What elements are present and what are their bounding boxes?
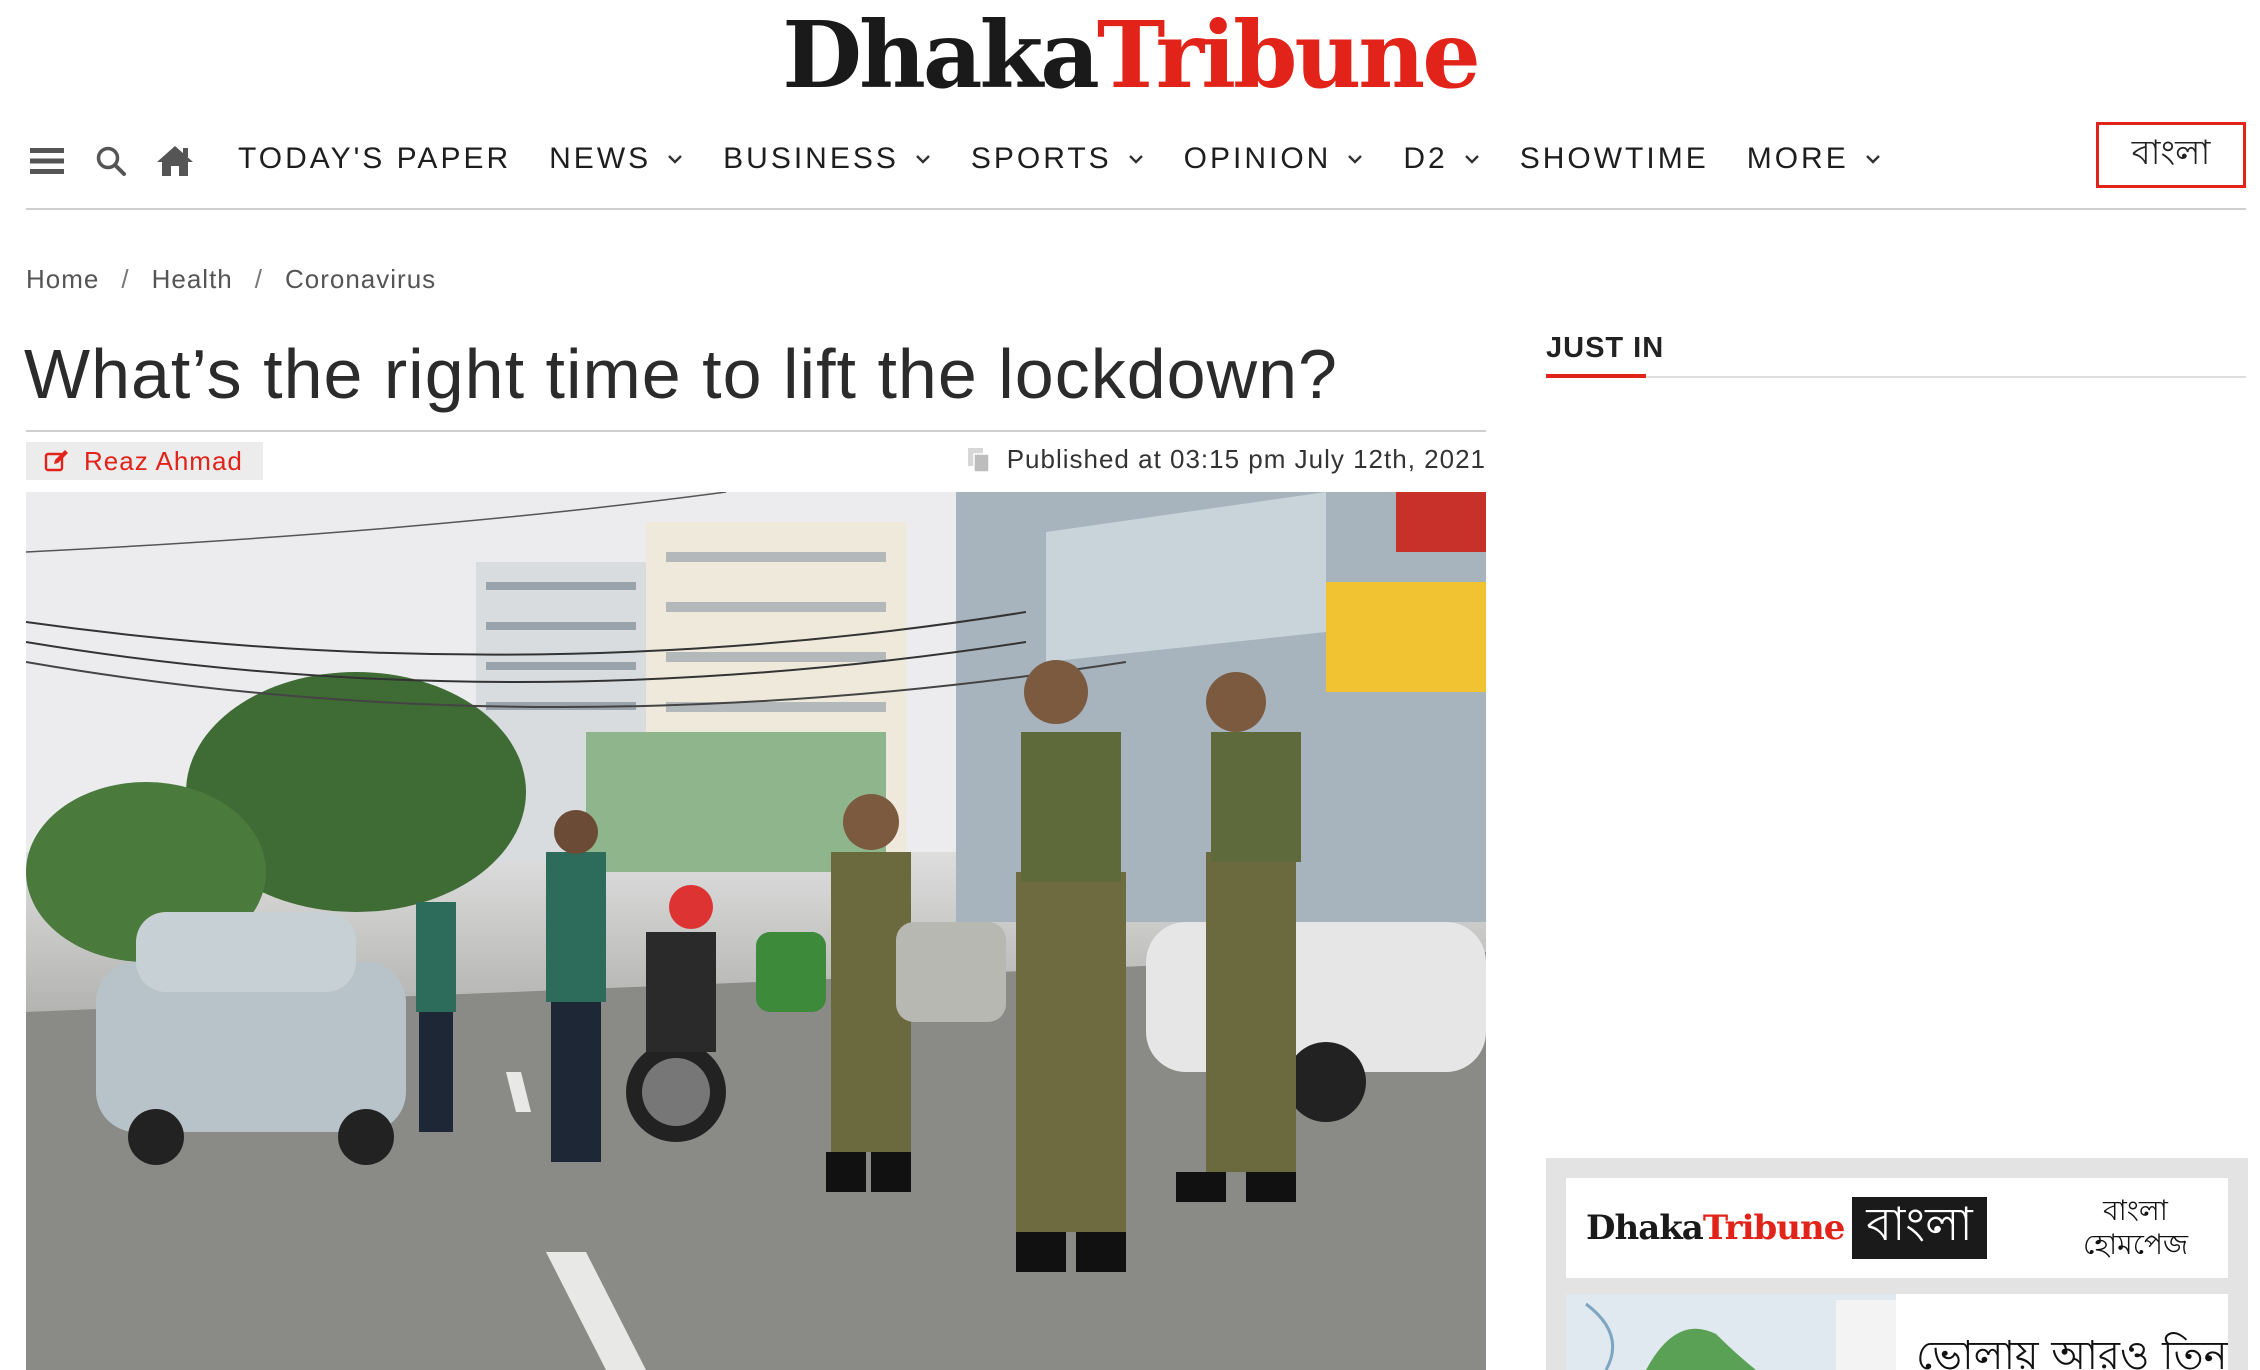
chevron-down-icon — [916, 155, 930, 164]
published-meta: Published at 03:15 pm July 12th, 2021 — [967, 444, 1486, 475]
home-icon[interactable] — [154, 140, 196, 182]
nav-label: SHOWTIME — [1519, 142, 1709, 175]
nav-showtime[interactable]: SHOWTIME — [1520, 142, 1709, 176]
nav-label: D2 — [1403, 142, 1448, 175]
main-navbar: TODAY'S PAPER NEWS BUSINESS SPORTS OPINI… — [26, 120, 2246, 210]
chevron-down-icon — [1865, 155, 1880, 164]
masthead: DhakaTribune — [0, 0, 2260, 110]
chevron-down-icon — [668, 155, 682, 164]
hamburger-icon[interactable] — [26, 140, 68, 182]
site-logo[interactable]: DhakaTribune — [782, 9, 1480, 101]
breadcrumb-home[interactable]: Home — [26, 264, 99, 295]
chevron-down-icon — [1128, 155, 1143, 164]
promo-news-headline: ভোলায় আরও তিনটি — [1916, 1333, 2228, 1370]
nav-sports[interactable]: SPORTS — [971, 142, 1146, 176]
bangla-promo-card[interactable]: DhakaTribune বাংলা বাংলা হোমপেজ — [1566, 1178, 2228, 1278]
chevron-down-icon — [1464, 155, 1479, 164]
author-chip[interactable]: Reaz Ahmad — [26, 442, 263, 480]
search-icon[interactable] — [90, 140, 132, 182]
breadcrumb-separator: / — [254, 264, 263, 294]
just-in-accent-underline — [1546, 374, 1646, 378]
copy-icon — [967, 447, 990, 473]
nav-label: OPINION — [1183, 142, 1332, 175]
nav-icons — [26, 140, 196, 182]
breadcrumb-health[interactable]: Health — [152, 264, 233, 295]
just-in-title: JUST IN — [1546, 332, 1665, 364]
bangla-language-button[interactable]: বাংলা — [2096, 122, 2246, 188]
promo-logo-dhaka: Dhaka — [1586, 1208, 1704, 1248]
promo-logo: DhakaTribune — [1586, 1208, 1846, 1248]
nav-opinion[interactable]: OPINION — [1184, 142, 1366, 176]
nav-business[interactable]: BUSINESS — [723, 142, 933, 176]
promo-home-line2: হোমপেজ — [2082, 1228, 2188, 1261]
promo-home-line1: বাংলা — [2103, 1194, 2168, 1227]
just-in-section: JUST IN — [1546, 332, 2246, 378]
logo-dhaka: Dhaka — [782, 1, 1100, 109]
nav-label: SPORTS — [970, 142, 1112, 175]
bangla-promo-widget: DhakaTribune বাংলা বাংলা হোমপেজ ভোলায় আ… — [1546, 1158, 2248, 1370]
promo-news-thumbnail — [1566, 1294, 1896, 1370]
breadcrumb: Home / Health / Coronavirus — [26, 264, 436, 295]
nav-more[interactable]: MORE — [1747, 142, 1883, 176]
article-hero-image — [26, 492, 1486, 1370]
promo-homepage-link[interactable]: বাংলা হোমপেজ — [2083, 1194, 2188, 1262]
article-headline: What’s the right time to lift the lockdo… — [24, 335, 1338, 413]
breadcrumb-separator: / — [121, 264, 130, 294]
promo-bangla-badge: বাংলা — [1852, 1197, 1987, 1259]
nav-news[interactable]: NEWS — [549, 142, 685, 176]
nav-todays-paper[interactable]: TODAY'S PAPER — [238, 142, 511, 176]
nav-label: TODAY'S PAPER — [238, 142, 512, 175]
nav-label: NEWS — [549, 142, 652, 175]
breadcrumb-coronavirus[interactable]: Coronavirus — [285, 264, 436, 295]
chevron-down-icon — [1348, 155, 1363, 164]
logo-tribune: Tribune — [1096, 1, 1481, 109]
edit-icon — [44, 450, 68, 472]
headline-divider — [26, 430, 1486, 432]
nav-d2[interactable]: D2 — [1403, 142, 1481, 176]
just-in-divider — [1546, 376, 2246, 378]
author-name: Reaz Ahmad — [84, 445, 243, 476]
nav-label: MORE — [1746, 142, 1849, 175]
nav-label: BUSINESS — [723, 142, 899, 175]
nav-menu: TODAY'S PAPER NEWS BUSINESS SPORTS OPINI… — [238, 142, 1921, 176]
promo-news-item[interactable]: ভোলায় আরও তিনটি — [1566, 1294, 2228, 1370]
published-date: Published at 03:15 pm July 12th, 2021 — [1006, 444, 1486, 474]
promo-logo-tribune: Tribune — [1702, 1208, 1846, 1248]
